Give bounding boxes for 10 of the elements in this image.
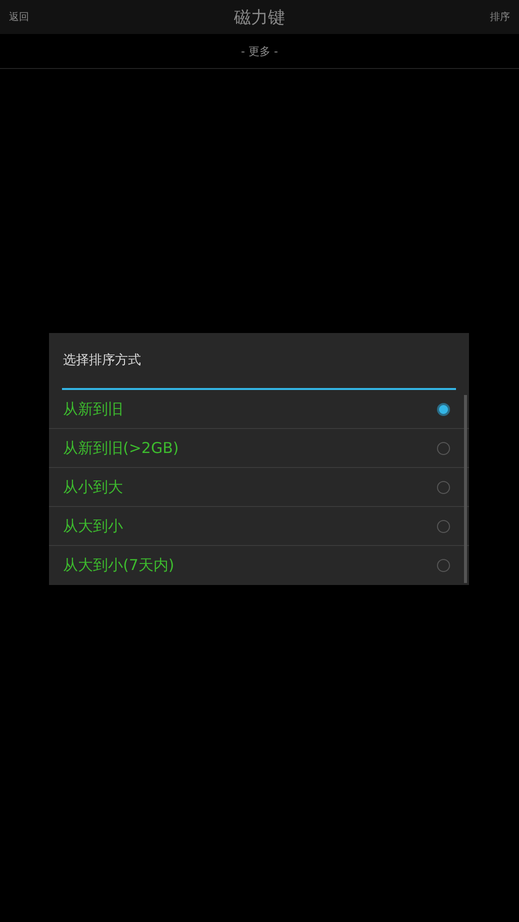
radio-button[interactable] [437, 402, 450, 416]
radio-button[interactable] [437, 559, 450, 572]
sort-button[interactable]: 排序 [490, 10, 510, 24]
radio-button[interactable] [437, 442, 450, 454]
radio-button[interactable] [437, 480, 450, 494]
radio-button[interactable] [437, 520, 450, 532]
back-button[interactable]: 返回 [9, 10, 29, 24]
page-title: 磁力键 [234, 8, 285, 28]
dialog-title: 选择排序方式 [62, 333, 456, 390]
more-link[interactable]: - 更多 - [241, 44, 278, 58]
